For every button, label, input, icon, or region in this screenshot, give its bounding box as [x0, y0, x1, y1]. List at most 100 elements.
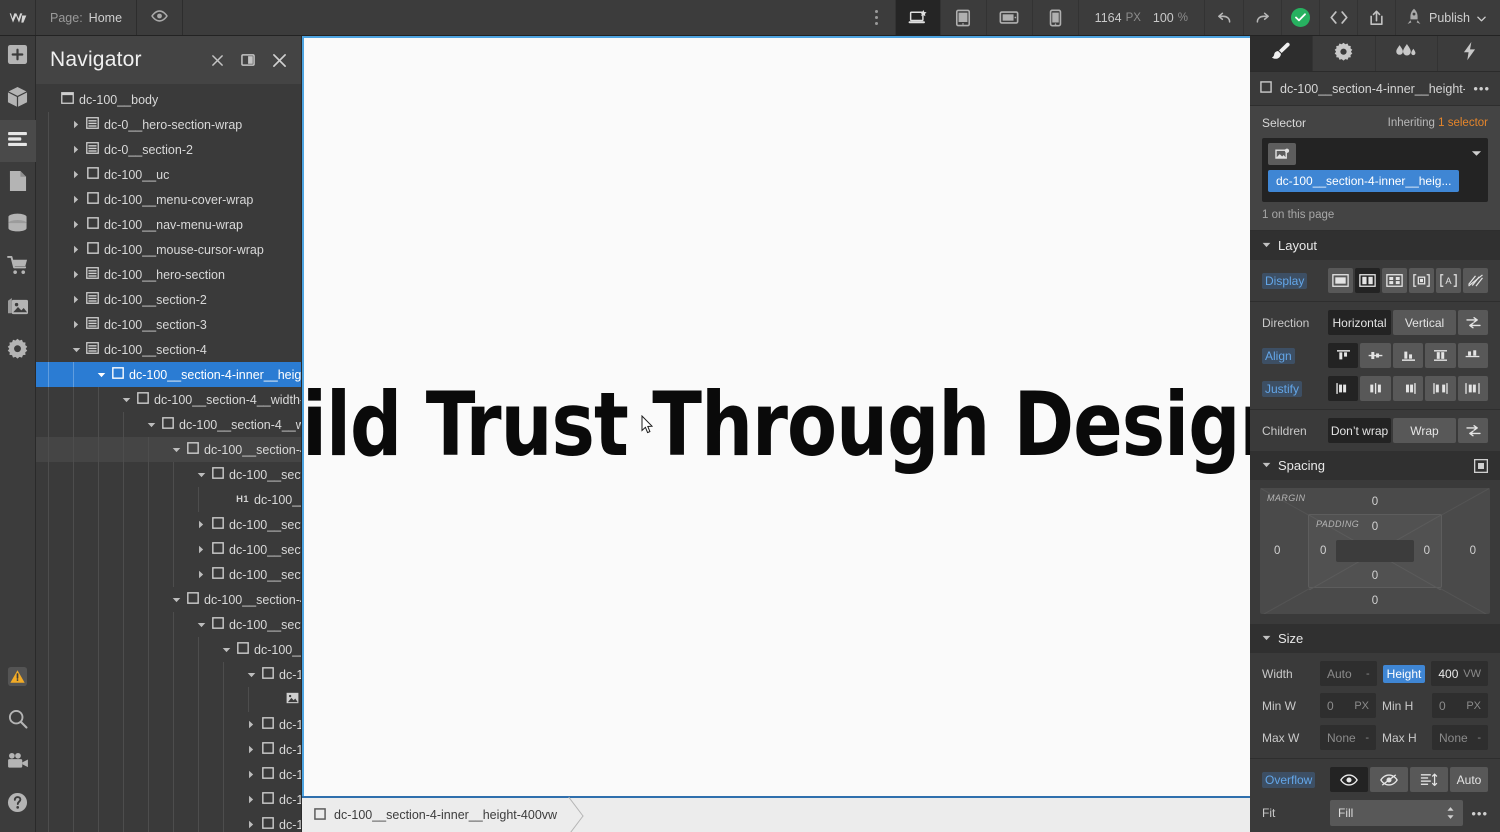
sidebar-item-ecommerce[interactable]	[0, 246, 36, 288]
tree-item[interactable]: dc-100__section-4__title-block	[36, 462, 301, 487]
chevron-right-icon[interactable]	[69, 270, 83, 279]
tree-item[interactable]: dc-100__section-4__work-block	[36, 662, 301, 687]
chevron-down-icon[interactable]	[194, 622, 208, 628]
tree-item[interactable]: Image	[36, 687, 301, 712]
page-indicator[interactable]: Page: Home	[36, 0, 138, 35]
justify-center-icon[interactable]	[1360, 376, 1391, 401]
tree-item[interactable]: dc-100__section-4__work-block	[36, 787, 301, 812]
display-grid[interactable]	[1382, 268, 1407, 293]
children-dont-wrap[interactable]: Don’t wrap	[1328, 418, 1391, 443]
chevron-right-icon[interactable]	[244, 745, 258, 754]
justify-between-icon[interactable]	[1425, 376, 1456, 401]
padding-right-value[interactable]: 0	[1424, 545, 1430, 557]
sidebar-item-help[interactable]	[0, 784, 36, 826]
height-input[interactable]: 400 VW	[1431, 661, 1488, 686]
tree-item[interactable]: dc-100__section-4__title-block	[36, 512, 301, 537]
tab-interactions[interactable]	[1376, 36, 1439, 71]
chevron-down-icon[interactable]	[169, 597, 183, 603]
tree-item[interactable]: dc-100__section-4__title-block	[36, 562, 301, 587]
chevron-down-icon[interactable]	[144, 422, 158, 428]
chevron-down-icon[interactable]	[244, 672, 258, 678]
chevron-right-icon[interactable]	[244, 795, 258, 804]
justify-label[interactable]: Justify	[1262, 380, 1303, 397]
display-inline-block[interactable]	[1409, 268, 1434, 293]
tree-item[interactable]: dc-100__section-4__title-block	[36, 537, 301, 562]
padding-control[interactable]: PADDING 0 0 0 0	[1308, 514, 1442, 591]
size-section-header[interactable]: Size	[1250, 624, 1500, 653]
display-flex[interactable]	[1355, 268, 1380, 293]
mobile-portrait-icon[interactable]	[1032, 0, 1079, 35]
tree-item[interactable]: dc-100__nav-menu-wrap	[36, 212, 301, 237]
align-baseline-icon[interactable]	[1457, 343, 1489, 368]
display-block[interactable]	[1328, 268, 1353, 293]
sidebar-item-components[interactable]	[0, 78, 36, 120]
display-label[interactable]: Display	[1262, 272, 1308, 289]
chevron-right-icon[interactable]	[69, 320, 83, 329]
chevron-right-icon[interactable]	[244, 820, 258, 829]
align-stretch-icon[interactable]	[1425, 343, 1456, 368]
sidebar-item-pages[interactable]	[0, 162, 36, 204]
justify-end-icon[interactable]	[1392, 376, 1424, 401]
canvas-size-readout[interactable]: 1164 PX 100 %	[1079, 0, 1205, 35]
sidebar-item-navigator[interactable]	[0, 120, 36, 162]
inheriting-selector-link[interactable]: 1 selector	[1438, 117, 1488, 129]
share-export-icon[interactable]	[1357, 0, 1395, 35]
breadcrumb[interactable]: dc-100__section-4-inner__height-400vw	[302, 798, 573, 832]
tree-item[interactable]: dc-100__section-2	[36, 287, 301, 312]
justify-around-icon[interactable]	[1457, 376, 1489, 401]
publish-button[interactable]: Publish	[1395, 0, 1500, 35]
margin-top-value[interactable]: 0	[1372, 496, 1378, 508]
sidebar-item-audit[interactable]	[0, 658, 36, 700]
align-end-icon[interactable]	[1392, 343, 1424, 368]
tree-item[interactable]: dc-0__section-2	[36, 137, 301, 162]
tree-item[interactable]: dc-100__section-4	[36, 337, 301, 362]
children-wrap[interactable]: Wrap	[1393, 418, 1456, 443]
sidebar-item-add-elements[interactable]	[0, 36, 36, 78]
tree-item[interactable]: dc-100__uc	[36, 162, 301, 187]
spacing-section-header[interactable]: Spacing	[1250, 451, 1500, 480]
fit-select[interactable]: Fill	[1330, 800, 1464, 826]
height-label[interactable]: Height	[1382, 664, 1426, 683]
chevron-right-icon[interactable]	[194, 570, 208, 579]
dock-panel-icon[interactable]	[241, 53, 255, 67]
justify-start-icon[interactable]	[1328, 376, 1359, 401]
direction-reverse-arrow-icon[interactable]	[1458, 310, 1488, 335]
sidebar-item-assets[interactable]	[0, 288, 36, 330]
undo-icon[interactable]	[1205, 0, 1243, 35]
align-start-icon[interactable]	[1328, 343, 1359, 368]
selector-class-chip[interactable]: dc-100__section-4-inner__heig...	[1268, 170, 1460, 192]
min-width-input[interactable]: 0 PX	[1320, 693, 1376, 718]
collapse-all-icon[interactable]	[211, 54, 224, 67]
chevron-down-icon[interactable]	[169, 447, 183, 453]
sidebar-item-cms[interactable]	[0, 204, 36, 246]
chevron-down-icon[interactable]	[219, 647, 233, 653]
tree-item[interactable]: dc-100__section-3	[36, 312, 301, 337]
chevron-right-icon[interactable]	[69, 220, 83, 229]
tree-item[interactable]: dc-100__section-4__work-block	[36, 812, 301, 832]
tree-item[interactable]: dc-100__body	[36, 87, 301, 112]
tree-item[interactable]: dc-0__hero-section-wrap	[36, 112, 301, 137]
tree-item[interactable]: dc-100__menu-cover-wrap	[36, 187, 301, 212]
padding-bottom-value[interactable]: 0	[1372, 570, 1378, 582]
desktop-star-icon[interactable]	[894, 0, 941, 35]
preview-toggle[interactable]	[137, 0, 184, 35]
mobile-landscape-icon[interactable]	[986, 0, 1033, 35]
tree-item[interactable]: dc-100__section-4__work-block	[36, 762, 301, 787]
layout-section-header[interactable]: Layout	[1250, 231, 1500, 260]
navigator-tree[interactable]: dc-100__body dc-0__hero-section-wrap dc-0_…	[36, 84, 301, 832]
tree-item[interactable]: dc-100__section-4__work-wrap-100vw	[36, 587, 301, 612]
tab-effects[interactable]	[1438, 36, 1500, 71]
direction-horizontal[interactable]: Horizontal	[1328, 310, 1391, 335]
tree-item[interactable]: dc-100__section-4__work-wrap-inner	[36, 637, 301, 662]
chevron-down-icon[interactable]	[119, 397, 133, 403]
chevron-right-icon[interactable]	[69, 170, 83, 179]
overflow-label[interactable]: Overflow	[1262, 771, 1316, 788]
tree-item[interactable]: dc-100__section-4__work-block	[36, 712, 301, 737]
width-input[interactable]: Auto -	[1320, 661, 1377, 686]
chevron-right-icon[interactable]	[244, 770, 258, 779]
tree-item[interactable]: dc-100__section-4-inner__height-400vw	[36, 362, 301, 387]
chevron-right-icon[interactable]	[69, 145, 83, 154]
margin-right-value[interactable]: 0	[1470, 545, 1476, 557]
close-icon[interactable]	[272, 53, 287, 68]
overflow-hidden-eye-slash-icon[interactable]	[1370, 767, 1408, 792]
